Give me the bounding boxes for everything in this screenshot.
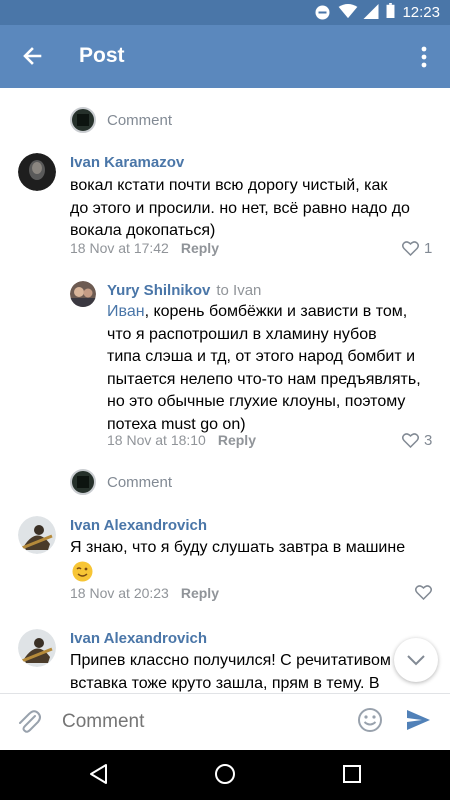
attach-icon[interactable] [16,708,42,736]
comment-input[interactable] [62,708,332,736]
status-bar: 12:23 [0,0,450,25]
like-count: 1 [424,240,433,257]
comment-text: Припев классно получился! С речитативом … [70,652,391,692]
nav-back-icon[interactable] [87,762,111,786]
comment-link[interactable]: Comment [70,469,172,495]
back-arrow-icon[interactable] [12,37,52,77]
comment-link-label: Comment [107,473,173,491]
more-vertical-icon[interactable] [406,37,442,77]
signal-icon [363,4,379,19]
reply-button[interactable]: Reply [181,585,219,601]
battery-icon [386,3,395,18]
heart-icon [415,585,432,600]
comment-meta: 18 Nov at 17:42 Reply [70,240,219,256]
clock: 12:23 [402,4,440,21]
comment-date: 18 Nov at 18:10 [107,432,206,448]
post-thumbnail [70,107,96,133]
winking-face-emoji [72,561,93,582]
nav-home-icon[interactable] [213,762,237,786]
like-button[interactable] [415,585,437,600]
comment-meta: 18 Nov at 18:10 Reply [107,432,256,448]
wifi-icon [338,4,358,19]
comment-author[interactable]: Yury Shilnikov to Ivan [107,282,261,299]
like-button[interactable]: 1 [402,240,432,257]
avatar[interactable] [18,153,56,191]
avatar[interactable] [18,516,56,554]
comment-link[interactable]: Comment [70,107,172,133]
avatar[interactable] [70,281,96,307]
send-icon[interactable] [405,707,431,733]
comment-thread[interactable]: Comment Ivan Karamazov вокал кстати почт… [0,88,450,693]
reply-to-label[interactable]: to Ivan [216,282,261,299]
like-button[interactable]: 3 [402,432,432,449]
comment-text: вокал кстати почти всю дорогу чистый, ка… [70,177,410,239]
do-not-disturb-icon [315,5,330,20]
chevron-down-icon [407,655,425,666]
post-thumbnail [70,469,96,495]
like-count: 3 [424,432,433,449]
avatar[interactable] [18,629,56,667]
comment-link-label: Comment [107,111,173,129]
emoji-icon[interactable] [357,707,383,733]
scroll-down-button[interactable] [394,638,438,682]
reply-button[interactable]: Reply [181,240,219,256]
comment-author[interactable]: Ivan Alexandrovich [70,517,207,534]
app-bar: Post [0,25,450,88]
mention-link[interactable]: Иван [107,303,145,320]
reply-button[interactable]: Reply [218,432,256,448]
system-nav-bar [0,750,450,800]
comment-text: Я знаю, что я буду слушать завтра в маши… [70,539,406,556]
heart-icon [402,241,419,256]
comment-date: 18 Nov at 17:42 [70,240,169,256]
comment-date: 18 Nov at 20:23 [70,585,169,601]
nav-recents-icon[interactable] [340,762,364,786]
heart-icon [402,433,419,448]
comment-composer [0,693,450,750]
page-title: Post [79,44,125,67]
comment-author[interactable]: Ivan Karamazov [70,154,184,171]
comment-meta: 18 Nov at 20:23 Reply [70,585,219,601]
comment-text: Иван, корень бомбёжки и зависти в том, ч… [107,303,421,433]
comment-author[interactable]: Ivan Alexandrovich [70,630,207,647]
